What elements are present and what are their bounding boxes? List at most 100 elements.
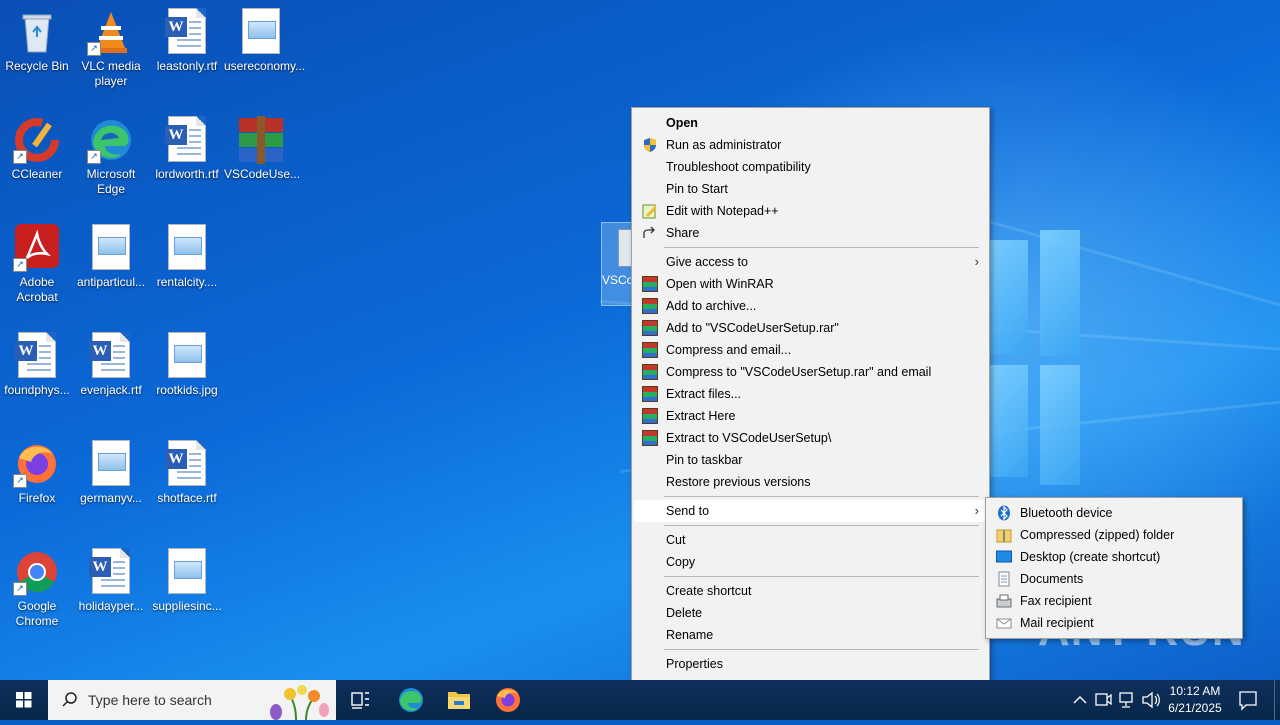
bluetooth-icon	[996, 505, 1012, 521]
search-icon	[62, 692, 77, 707]
desktop-icon-lordworth[interactable]: W lordworth.rtf	[150, 116, 224, 182]
send-to-fax-recipient[interactable]: Fax recipient	[988, 590, 1240, 612]
firefox-icon	[496, 688, 520, 712]
menu-item-properties[interactable]: Properties	[634, 653, 987, 675]
tray-volume-button[interactable]	[1140, 680, 1162, 720]
network-icon	[1119, 692, 1133, 708]
desktop-icon-ccleaner[interactable]: ↗ CCleaner	[0, 116, 74, 182]
ccleaner-icon: ↗	[13, 116, 61, 164]
clock-time: 10:12 AM	[1169, 684, 1221, 698]
desktop-icon-usereconomy[interactable]: usereconomy...	[224, 8, 305, 74]
menu-item-copy[interactable]: Copy	[634, 551, 987, 573]
menu-item-label: Extract to VSCodeUserSetup\	[666, 431, 832, 445]
desktop-icon-label: Microsoft Edge	[86, 167, 136, 196]
menu-item-pin-to-taskbar[interactable]: Pin to taskbar	[634, 449, 987, 471]
menu-item-delete[interactable]: Delete	[634, 602, 987, 624]
desktop-icon-suppliesinc[interactable]: suppliesinc...	[150, 548, 224, 614]
menu-separator	[664, 525, 979, 526]
menu-item-label: Add to archive...	[666, 299, 757, 313]
word-document-icon: W	[163, 116, 211, 164]
menu-item-edit-with-notepadpp[interactable]: Edit with Notepad++	[634, 200, 987, 222]
winrar-icon	[642, 364, 658, 380]
desktop-icon-rootkids[interactable]: rootkids.jpg	[150, 332, 224, 398]
desktop-icon-rentalcity[interactable]: rentalcity....	[150, 224, 224, 290]
word-document-icon: W	[87, 332, 135, 380]
winrar-archive-icon	[237, 116, 285, 164]
tray-network-button[interactable]	[1116, 680, 1138, 720]
menu-separator	[664, 496, 979, 497]
send-to-bluetooth[interactable]: Bluetooth device	[988, 502, 1240, 524]
image-file-icon	[163, 332, 211, 380]
menu-item-compress-to-rar-and-email[interactable]: Compress to "VSCodeUserSetup.rar" and em…	[634, 361, 987, 383]
menu-item-extract-here[interactable]: Extract Here	[634, 405, 987, 427]
desktop-icon-label: leastonly.rtf	[156, 59, 218, 73]
chevron-right-icon: ›	[974, 503, 979, 518]
start-button[interactable]	[0, 680, 48, 720]
menu-item-share[interactable]: Share	[634, 222, 987, 244]
menu-item-pin-to-start[interactable]: Pin to Start	[634, 178, 987, 200]
desktop-icon-antiparticul[interactable]: antiparticul...	[74, 224, 148, 290]
desktop-icon-recycle-bin[interactable]: Recycle Bin	[0, 8, 74, 74]
desktop-icon-label: rootkids.jpg	[156, 383, 218, 397]
tray-meet-now-button[interactable]	[1093, 680, 1113, 720]
tray-clock[interactable]: 10:12 AM 6/21/2025	[1164, 680, 1226, 720]
menu-item-label: Add to "VSCodeUserSetup.rar"	[666, 321, 839, 335]
vlc-icon: ↗	[87, 8, 135, 56]
send-to-mail-recipient[interactable]: Mail recipient	[988, 612, 1240, 634]
word-document-icon: W	[87, 548, 135, 596]
word-document-icon: W	[13, 332, 61, 380]
desktop-icon-foundphys[interactable]: W foundphys...	[0, 332, 74, 398]
send-to-compressed-folder[interactable]: Compressed (zipped) folder	[988, 524, 1240, 546]
menu-item-send-to[interactable]: Send to ›	[634, 500, 987, 522]
menu-item-cut[interactable]: Cut	[634, 529, 987, 551]
show-hidden-icons-button[interactable]	[1068, 680, 1092, 720]
menu-item-add-to-rar[interactable]: Add to "VSCodeUserSetup.rar"	[634, 317, 987, 339]
taskbar-search-box[interactable]: Type here to search	[48, 680, 336, 720]
taskbar-edge-button[interactable]	[387, 680, 435, 720]
menu-item-label: Restore previous versions	[666, 475, 811, 489]
show-desktop-divider[interactable]	[1274, 680, 1275, 720]
desktop-icon-germanyv[interactable]: germanyv...	[74, 440, 148, 506]
task-view-button[interactable]	[336, 680, 384, 720]
menu-item-label: Documents	[1020, 572, 1084, 586]
send-to-documents[interactable]: Documents	[988, 568, 1240, 590]
search-highlight-flowers-icon	[270, 685, 329, 720]
menu-item-extract-to-folder[interactable]: Extract to VSCodeUserSetup\	[634, 427, 987, 449]
menu-item-add-to-archive[interactable]: Add to archive...	[634, 295, 987, 317]
menu-item-label: Share	[666, 226, 700, 240]
desktop-icon	[996, 549, 1012, 565]
menu-item-create-shortcut[interactable]: Create shortcut	[634, 580, 987, 602]
desktop-icon-label: rentalcity....	[156, 275, 218, 289]
desktop-icon-google-chrome[interactable]: ↗ Google Chrome	[0, 548, 74, 629]
desktop-icon-adobe-acrobat[interactable]: ↗ Adobe Acrobat	[0, 224, 74, 305]
taskbar-file-explorer-button[interactable]	[435, 680, 483, 720]
menu-item-extract-files[interactable]: Extract files...	[634, 383, 987, 405]
desktop-icon-holidayper[interactable]: W holidayper...	[74, 548, 148, 614]
desktop-icon-label: holidayper...	[78, 599, 144, 613]
shortcut-arrow-icon: ↗	[13, 582, 27, 596]
desktop-icon-leastonly[interactable]: W leastonly.rtf	[150, 8, 224, 74]
desktop-icon-vlc[interactable]: ↗ VLC media player	[74, 8, 148, 89]
menu-item-give-access-to[interactable]: Give access to ›	[634, 251, 987, 273]
menu-item-restore-previous-versions[interactable]: Restore previous versions	[634, 471, 987, 493]
menu-item-rename[interactable]: Rename	[634, 624, 987, 646]
menu-item-troubleshoot[interactable]: Troubleshoot compatibility	[634, 156, 987, 178]
desktop-icon-vscodeuse[interactable]: VSCodeUse...	[224, 116, 300, 182]
image-file-icon	[87, 224, 135, 272]
desktop-icon-microsoft-edge[interactable]: ↗ Microsoft Edge	[74, 116, 148, 197]
menu-item-open[interactable]: Open	[634, 112, 987, 134]
taskbar-firefox-button[interactable]	[484, 680, 532, 720]
winrar-icon	[642, 386, 658, 402]
menu-item-run-as-administrator[interactable]: Run as administrator	[634, 134, 987, 156]
menu-item-open-with-winrar[interactable]: Open with WinRAR	[634, 273, 987, 295]
taskbar: Type here to search 10:12 AM 6/21/2025	[0, 680, 1280, 720]
zip-folder-icon	[996, 527, 1012, 543]
desktop-icon-evenjack[interactable]: W evenjack.rtf	[74, 332, 148, 398]
desktop-icon-firefox[interactable]: ↗ Firefox	[0, 440, 74, 506]
send-to-desktop[interactable]: Desktop (create shortcut)	[988, 546, 1240, 568]
action-center-button[interactable]	[1232, 680, 1264, 720]
desktop-icon-shotface[interactable]: W shotface.rtf	[150, 440, 224, 506]
menu-item-compress-and-email[interactable]: Compress and email...	[634, 339, 987, 361]
menu-item-label: Rename	[666, 628, 714, 642]
menu-item-label: Open	[666, 116, 698, 130]
